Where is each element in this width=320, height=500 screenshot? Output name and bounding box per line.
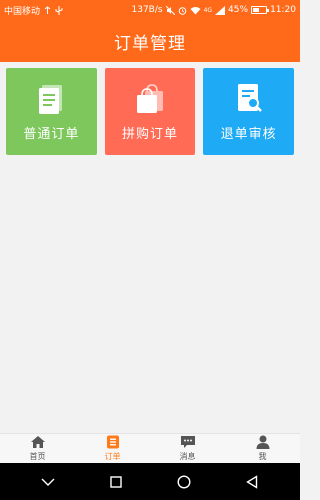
bottom-tab-bar: 首页 订单 消息 我 (0, 433, 300, 463)
wifi-icon (190, 6, 201, 14)
tab-messages[interactable]: 消息 (150, 434, 225, 463)
mute-icon (165, 5, 175, 15)
network-type: 4G (203, 6, 213, 14)
tab-label: 订单 (104, 452, 121, 461)
usb-icon (55, 5, 63, 15)
document-icon (39, 85, 63, 114)
nav-home-button[interactable] (174, 472, 194, 492)
chevron-down-icon (41, 478, 55, 486)
tab-home[interactable]: 首页 (0, 434, 75, 463)
content-area (0, 155, 300, 433)
system-nav-bar (0, 463, 300, 500)
battery-icon (251, 6, 270, 14)
battery-fill (253, 8, 260, 12)
signal-icon (44, 5, 51, 14)
tab-label: 我 (258, 452, 267, 461)
nav-back-button[interactable] (242, 472, 262, 492)
status-left: 中国移动 (4, 4, 63, 17)
nav-recents-button[interactable] (106, 472, 126, 492)
shopping-bag-icon (137, 84, 163, 113)
tile-label: 拼购订单 (122, 127, 179, 142)
tile-normal-orders[interactable]: 普通订单 (6, 68, 97, 155)
network-speed: 137B/s (131, 5, 163, 15)
status-bar: 中国移动 137B/s 4G 45% 11:20 (0, 0, 300, 20)
app-header: 订单管理 (0, 20, 300, 62)
tile-group-buy-orders[interactable]: 拼购订单 (104, 68, 196, 155)
tab-me[interactable]: 我 (225, 434, 300, 463)
tab-label: 消息 (179, 452, 196, 461)
tile-label: 普通订单 (23, 127, 80, 142)
square-icon (110, 475, 122, 488)
tile-refund-review[interactable]: 退单审核 (203, 68, 295, 155)
search-document-icon (237, 84, 262, 112)
page-title: 订单管理 (114, 33, 186, 54)
status-right: 137B/s 4G 45% 11:20 (132, 5, 297, 15)
nav-collapse-button[interactable] (38, 472, 58, 492)
circle-icon (177, 474, 191, 489)
cell-signal-icon (215, 5, 226, 15)
alarm-icon (178, 6, 186, 15)
home-icon (30, 436, 45, 448)
person-icon (256, 435, 269, 449)
clock: 11:20 (270, 5, 296, 15)
tab-orders[interactable]: 订单 (75, 434, 150, 463)
message-icon (180, 436, 195, 448)
battery-percent: 45% (228, 5, 249, 15)
carrier-text: 中国移动 (4, 6, 41, 17)
triangle-back-icon (246, 474, 258, 489)
tab-label: 首页 (29, 452, 46, 461)
order-list-icon (106, 435, 119, 449)
tile-label: 退单审核 (220, 127, 277, 142)
order-tiles: 普通订单 拼购订单 退单审核 (0, 62, 300, 155)
